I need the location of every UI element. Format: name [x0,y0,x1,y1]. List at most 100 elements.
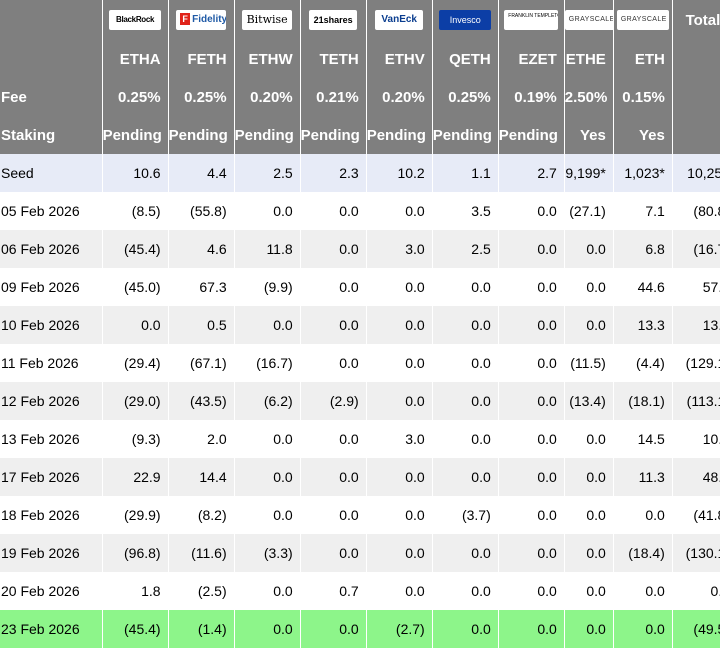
flow-cell: (9.3) [102,420,169,458]
flow-cell: (29.9) [102,496,169,534]
flow-cell: 0.0 [234,306,301,344]
staking-row: Staking Pending Pending Pending Pending … [0,116,720,154]
flow-cell: 0.0 [102,306,169,344]
flow-cell: (6.2) [234,382,301,420]
flow-cell: 0.0 [432,306,499,344]
issuer-logo-cell: GRAYSCALE [613,0,673,40]
fee-cell: 0.25% [102,78,169,116]
date-cell: 19 Feb 2026 [0,534,103,572]
flow-row: 17 Feb 2026 22.9 14.4 0.0 0.0 0.0 0.0 0.0 0.0 11.… [0,458,720,496]
flow-cell: 0.0 [564,268,614,306]
flow-cell: (16.7) [234,344,301,382]
flow-total-cell: (16.7) [672,230,720,268]
flow-row: 09 Feb 2026 (45.0) 67.3 (9.9) 0.0 0.0 0.0 0.0 0.… [0,268,720,306]
vaneck-logo: VanEck [375,10,424,30]
seed-cell: 4.4 [168,154,235,192]
flow-cell: 11.3 [613,458,673,496]
date-cell: 18 Feb 2026 [0,496,103,534]
fee-cell: 0.20% [366,78,433,116]
ticker-total-cell [672,40,720,78]
flow-cell: 0.0 [432,344,499,382]
flow-total-cell: (130.1) [672,534,720,572]
corner-cell [0,0,103,40]
flow-cell: 0.0 [498,192,565,230]
flow-cell: 2.5 [432,230,499,268]
ticker-cell: QETH [432,40,499,78]
flow-cell: 3.0 [366,230,433,268]
flow-cell: 0.0 [432,420,499,458]
fee-cell: 0.20% [234,78,301,116]
flow-cell: (29.4) [102,344,169,382]
date-cell: 17 Feb 2026 [0,458,103,496]
ticker-row: ETHA FETH ETHW TETH ETHV QETH EZET ETHE … [0,40,720,78]
fee-cell: 0.21% [300,78,367,116]
flow-cell: 0.0 [366,382,433,420]
flow-cell: 0.0 [498,344,565,382]
seed-cell: 2.5 [234,154,301,192]
flow-cell: 44.6 [613,268,673,306]
date-cell: 11 Feb 2026 [0,344,103,382]
seed-cell: 2.3 [300,154,367,192]
ticker-cell: ETHV [366,40,433,78]
flow-cell: 14.4 [168,458,235,496]
flow-total-cell: 48.6 [672,458,720,496]
flow-row: 06 Feb 2026 (45.4) 4.6 11.8 0.0 3.0 2.5 0.0 0.0 6… [0,230,720,268]
flow-total-cell: 13.8 [672,306,720,344]
flow-cell: 0.0 [366,268,433,306]
flow-row: 12 Feb 2026 (29.0) (43.5) (6.2) (2.9) 0.0 0.0 0… [0,382,720,420]
issuer-logo-cell: FRANKLIN TEMPLETON [498,0,565,40]
flow-cell: 0.0 [498,496,565,534]
issuer-logo-cell: BlackRock [102,0,169,40]
flow-cell: 0.0 [498,268,565,306]
flow-cell: 0.0 [498,306,565,344]
flow-cell: (55.8) [168,192,235,230]
ticker-cell: ETHW [234,40,301,78]
fidelity-logo: F Fidelity [176,10,227,30]
flow-row: 18 Feb 2026 (29.9) (8.2) 0.0 0.0 0.0 (3.7) 0.0 0… [0,496,720,534]
flow-row: 20 Feb 2026 1.8 (2.5) 0.0 0.7 0.0 0.0 0.0 0.0 0.0… [0,572,720,610]
flow-cell: 0.0 [498,610,565,648]
flow-total-cell: 10.2 [672,420,720,458]
staking-cell: Pending [102,116,169,154]
seed-cell: 1,023* [613,154,673,192]
flow-cell: (3.7) [432,496,499,534]
flow-cell: (96.8) [102,534,169,572]
flow-cell: (18.1) [613,382,673,420]
flow-cell: 0.0 [234,458,301,496]
date-cell: 05 Feb 2026 [0,192,103,230]
staking-cell: Pending [300,116,367,154]
flow-cell: 0.0 [234,572,301,610]
flow-cell: 4.6 [168,230,235,268]
flow-cell: 6.8 [613,230,673,268]
flow-cell: (43.5) [168,382,235,420]
flow-cell: (45.4) [102,230,169,268]
21shares-logo: 21shares [309,10,358,30]
flow-total-cell: (49.5) [672,610,720,648]
staking-cell: Yes [613,116,673,154]
flow-cell: 0.0 [498,230,565,268]
seed-cell: 1.1 [432,154,499,192]
flow-cell: (27.1) [564,192,614,230]
franklin-templeton-logo: FRANKLIN TEMPLETON [504,10,559,30]
flow-cell: 0.0 [366,496,433,534]
flow-cell: 0.0 [300,610,367,648]
ticker-cell: ETHE [564,40,614,78]
ticker-cell: FETH [168,40,235,78]
fee-total-cell [672,78,720,116]
date-cell: 09 Feb 2026 [0,268,103,306]
seed-cell: 10.2 [366,154,433,192]
issuer-logo-cell: VanEck [366,0,433,40]
flow-row: 11 Feb 2026 (29.4) (67.1) (16.7) 0.0 0.0 0.0 0.… [0,344,720,382]
flow-cell: (1.4) [168,610,235,648]
flow-row: 05 Feb 2026 (8.5) (55.8) 0.0 0.0 0.0 3.5 0.0 (27… [0,192,720,230]
flow-cell: 0.0 [300,306,367,344]
flow-cell: (8.2) [168,496,235,534]
ticker-cell: ETH [613,40,673,78]
flow-cell: 0.0 [498,382,565,420]
flow-cell: 0.0 [498,534,565,572]
flow-cell: (3.3) [234,534,301,572]
flow-cell: 2.0 [168,420,235,458]
issuer-logo-cell: Bitwise [234,0,301,40]
flow-cell: 0.0 [498,420,565,458]
issuer-logo-cell: Invesco [432,0,499,40]
